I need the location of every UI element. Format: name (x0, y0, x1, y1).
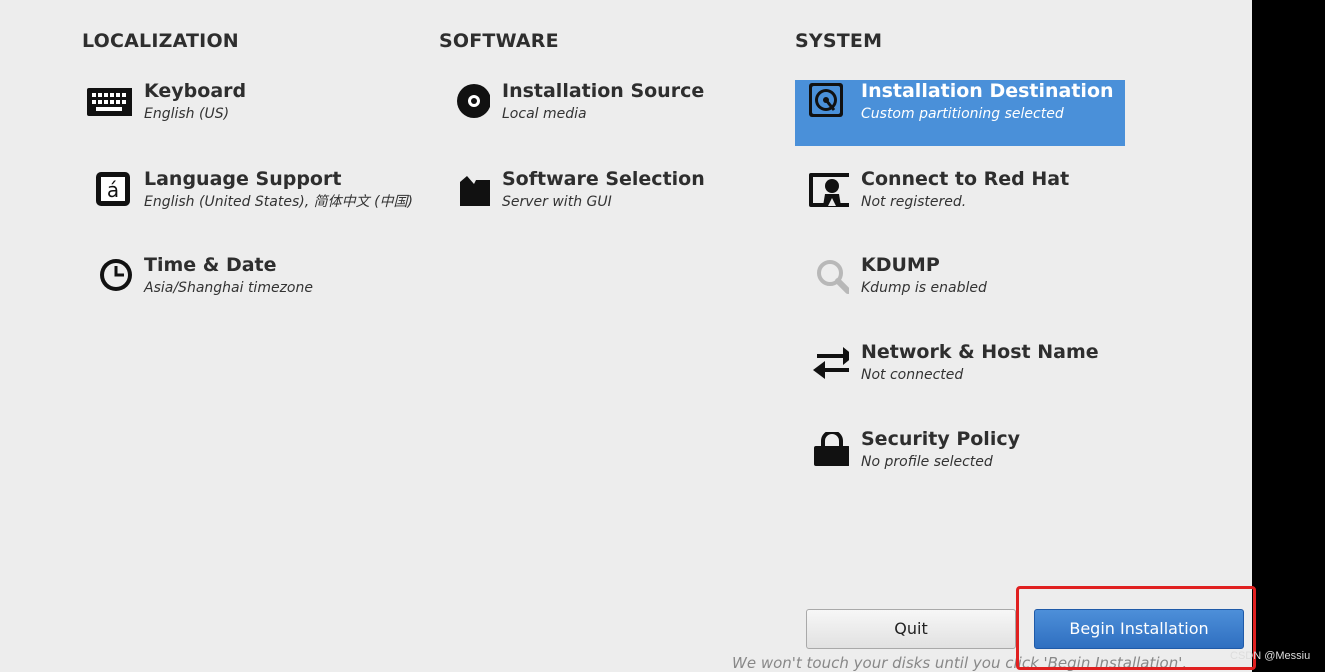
watermark: CSDN @Messiu (1230, 650, 1311, 662)
spoke-language-support[interactable]: á Language Support English (United State… (78, 168, 413, 236)
time-status: Asia/Shanghai timezone (144, 280, 313, 296)
network-status: Not connected (861, 367, 964, 383)
language-icon: á (86, 172, 132, 210)
language-title: Language Support (144, 168, 342, 190)
clock-icon (86, 258, 132, 296)
keyboard-title: Keyboard (144, 80, 247, 102)
quit-button[interactable]: Quit (806, 609, 1016, 649)
redhat-status: Not registered. (861, 194, 967, 210)
software-heading: SOFTWARE (439, 30, 559, 52)
red-hat-icon (803, 172, 855, 210)
time-title: Time & Date (144, 254, 277, 276)
security-title: Security Policy (861, 428, 1020, 450)
system-heading: SYSTEM (795, 30, 883, 52)
lock-icon (803, 430, 850, 470)
disc-icon (444, 84, 491, 122)
kdump-title: KDUMP (861, 254, 940, 276)
keyboard-status: English (US) (144, 106, 230, 122)
network-title: Network & Host Name (861, 341, 1099, 363)
network-arrows-icon (803, 345, 854, 383)
spoke-security-policy[interactable]: Security Policy No profile selected (795, 428, 1125, 496)
language-status: English (United States), 简体中文 (中国) (144, 194, 414, 210)
highlight-annotation-box (1016, 586, 1256, 670)
security-status: No profile selected (861, 454, 993, 470)
package-icon (444, 172, 490, 210)
spoke-time-date[interactable]: Time & Date Asia/Shanghai timezone (78, 254, 408, 322)
svg-text:á: á (107, 178, 119, 202)
keyboard-icon (86, 84, 135, 122)
spoke-software-selection[interactable]: Software Selection Server with GUI (436, 168, 766, 236)
source-status: Local media (502, 106, 587, 122)
redhat-title: Connect to Red Hat (861, 168, 1070, 190)
kdump-status: Kdump is enabled (861, 280, 987, 296)
installation-summary-panel: LOCALIZATION SOFTWARE SYSTEM Keyboard En… (0, 0, 1252, 672)
selection-status: Server with GUI (502, 194, 612, 210)
source-title: Installation Source (502, 80, 705, 102)
magnifier-icon (803, 258, 851, 296)
localization-heading: LOCALIZATION (82, 30, 239, 52)
destination-title: Installation Destination (861, 80, 1114, 102)
hard-drive-icon (803, 82, 849, 120)
spoke-installation-source[interactable]: Installation Source Local media (436, 80, 766, 148)
spoke-keyboard[interactable]: Keyboard English (US) (78, 80, 408, 148)
spoke-connect-red-hat[interactable]: Connect to Red Hat Not registered. (795, 168, 1125, 236)
destination-status: Custom partitioning selected (861, 106, 1064, 122)
spoke-network-host-name[interactable]: Network & Host Name Not connected (795, 341, 1125, 409)
spoke-installation-destination[interactable]: Installation Destination Custom partitio… (795, 80, 1125, 146)
spoke-kdump[interactable]: KDUMP Kdump is enabled (795, 254, 1125, 322)
selection-title: Software Selection (502, 168, 705, 190)
